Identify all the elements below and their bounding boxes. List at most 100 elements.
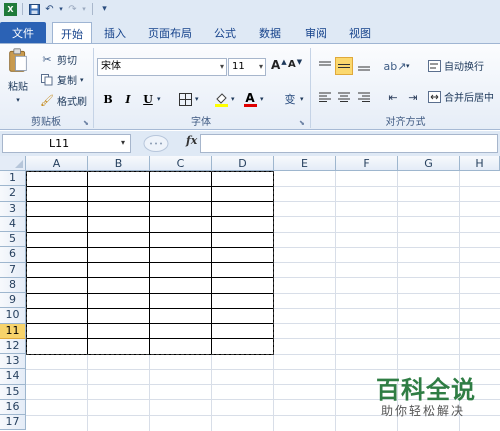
tab-review[interactable]: 审阅 (301, 22, 331, 43)
insert-function-button[interactable]: fx (186, 134, 197, 147)
merge-center-button[interactable]: 合并后居中 (428, 89, 494, 104)
font-size-select[interactable]: 11 ▾ (228, 58, 266, 76)
grow-font-button[interactable]: A ▲ (271, 58, 287, 72)
undo-dropdown-icon[interactable]: ▾ (58, 3, 64, 16)
bold-button[interactable]: B (99, 90, 117, 108)
clipboard-launcher-icon[interactable]: ⬊ (83, 119, 91, 127)
align-bottom-button[interactable] (355, 57, 373, 75)
name-box[interactable]: L11 (2, 134, 131, 153)
underline-dropdown-icon[interactable]: ▾ (157, 95, 161, 103)
redo-icon[interactable]: ↷ (66, 3, 79, 16)
borders-button[interactable] (176, 90, 194, 108)
row-header-17[interactable]: 17 (0, 415, 26, 431)
row-header-14[interactable]: 14 (0, 369, 26, 385)
row-header-8[interactable]: 8 (0, 277, 26, 293)
column-header-h[interactable]: H (460, 156, 500, 171)
paste-button[interactable]: 粘贴 ▾ (4, 48, 32, 104)
italic-button[interactable]: I (119, 90, 137, 108)
underline-button[interactable]: U (139, 90, 157, 108)
font-size-value: 11 (232, 61, 245, 72)
row-header-2[interactable]: 2 (0, 186, 26, 202)
wrap-text-icon (428, 59, 441, 72)
row-header-12[interactable]: 12 (0, 338, 26, 354)
row-header-16[interactable]: 16 (0, 399, 26, 415)
format-painter-button[interactable]: 🖌 格式刷 (40, 93, 87, 108)
ribbon-home: 粘贴 ▾ ✂ 剪切 复制 ▾ 🖌 格式刷 剪贴板 ⬊ 宋体 ▾ 11 ▾ A ▲ … (0, 43, 500, 130)
align-middle-button[interactable] (335, 57, 353, 75)
chevron-down-icon: ▾ (258, 62, 263, 71)
tab-file[interactable]: 文件 (0, 22, 46, 43)
tab-insert[interactable]: 插入 (100, 22, 130, 43)
copy-dropdown-icon[interactable]: ▾ (80, 76, 84, 84)
scissors-icon: ✂ (42, 53, 52, 66)
increase-indent-button[interactable]: ⇥ (404, 88, 422, 106)
wrap-text-label: 自动换行 (444, 62, 484, 73)
fill-bucket-icon (214, 92, 228, 107)
row-header-9[interactable]: 9 (0, 293, 26, 309)
font-name-select[interactable]: 宋体 ▾ (97, 58, 227, 76)
copy-button[interactable]: 复制 ▾ (40, 72, 84, 87)
fill-color-dropdown-icon[interactable]: ▾ (231, 95, 235, 103)
align-center-icon (338, 92, 350, 102)
align-top-icon (319, 61, 331, 66)
customize-qat-icon[interactable]: ▾ (98, 3, 111, 16)
orientation-dropdown-icon[interactable]: ▾ (406, 62, 410, 70)
copy-marquee (26, 171, 274, 355)
tab-data[interactable]: 数据 (255, 22, 285, 43)
save-icon[interactable] (28, 3, 41, 16)
row-header-1[interactable]: 1 (0, 171, 26, 187)
undo-icon[interactable]: ↶ (43, 3, 56, 16)
wrap-text-button[interactable]: 自动换行 (428, 58, 484, 73)
cut-button[interactable]: ✂ 剪切 (40, 52, 77, 67)
tab-page-layout[interactable]: 页面布局 (144, 22, 196, 43)
grow-font-icon: A (271, 58, 281, 72)
paste-dropdown-icon: ▾ (16, 96, 20, 104)
copy-label: 复制 (57, 76, 77, 87)
tab-home[interactable]: 开始 (52, 22, 92, 44)
font-launcher-icon[interactable]: ⬊ (299, 119, 307, 127)
redo-dropdown-icon[interactable]: ▾ (81, 3, 87, 16)
column-header-b[interactable]: B (88, 156, 150, 171)
name-box-dropdown-icon[interactable]: ▾ (121, 138, 125, 147)
column-header-d[interactable]: D (212, 156, 274, 171)
column-header-g[interactable]: G (398, 156, 460, 171)
row-header-13[interactable]: 13 (0, 354, 26, 370)
font-color-dropdown-icon[interactable]: ▾ (260, 95, 264, 103)
row-header-5[interactable]: 5 (0, 232, 26, 248)
qat-separator (22, 3, 23, 15)
row-header-15[interactable]: 15 (0, 384, 26, 400)
column-header-e[interactable]: E (274, 156, 336, 171)
format-painter-label: 格式刷 (57, 97, 87, 108)
column-header-c[interactable]: C (150, 156, 212, 171)
tab-formulas[interactable]: 公式 (210, 22, 240, 43)
font-color-button[interactable]: A (241, 90, 259, 108)
select-all-corner[interactable] (0, 156, 26, 171)
fill-color-button[interactable] (212, 90, 230, 108)
align-middle-icon (338, 64, 350, 68)
decrease-indent-button[interactable]: ⇤ (384, 88, 402, 106)
grow-arrow-icon: ▲ (281, 58, 287, 66)
tab-view[interactable]: 视图 (345, 22, 375, 43)
row-header-4[interactable]: 4 (0, 216, 26, 232)
align-top-button[interactable] (316, 57, 334, 75)
orientation-button[interactable]: ab↗ (384, 57, 407, 75)
excel-logo-icon: X (4, 2, 17, 16)
row-header-11[interactable]: 11 (0, 323, 26, 339)
column-header-a[interactable]: A (26, 156, 88, 171)
borders-dropdown-icon[interactable]: ▾ (195, 95, 199, 103)
row-header-3[interactable]: 3 (0, 201, 26, 217)
paste-label: 粘贴 (8, 82, 28, 93)
phonetic-button[interactable]: 变 (280, 90, 300, 108)
column-header-f[interactable]: F (336, 156, 398, 171)
row-header-6[interactable]: 6 (0, 247, 26, 263)
row-header-10[interactable]: 10 (0, 308, 26, 324)
phonetic-dropdown-icon[interactable]: ▾ (300, 95, 304, 103)
shrink-font-button[interactable]: A ▼ (288, 58, 302, 71)
formula-input[interactable] (200, 134, 498, 153)
row-header-7[interactable]: 7 (0, 262, 26, 278)
align-center-button[interactable] (335, 88, 353, 106)
align-right-button[interactable] (355, 88, 373, 106)
align-left-button[interactable] (316, 88, 334, 106)
ribbon-tabs: 文件 开始 插入 页面布局 公式 数据 审阅 视图 (0, 18, 500, 44)
font-name-value: 宋体 (101, 61, 121, 72)
